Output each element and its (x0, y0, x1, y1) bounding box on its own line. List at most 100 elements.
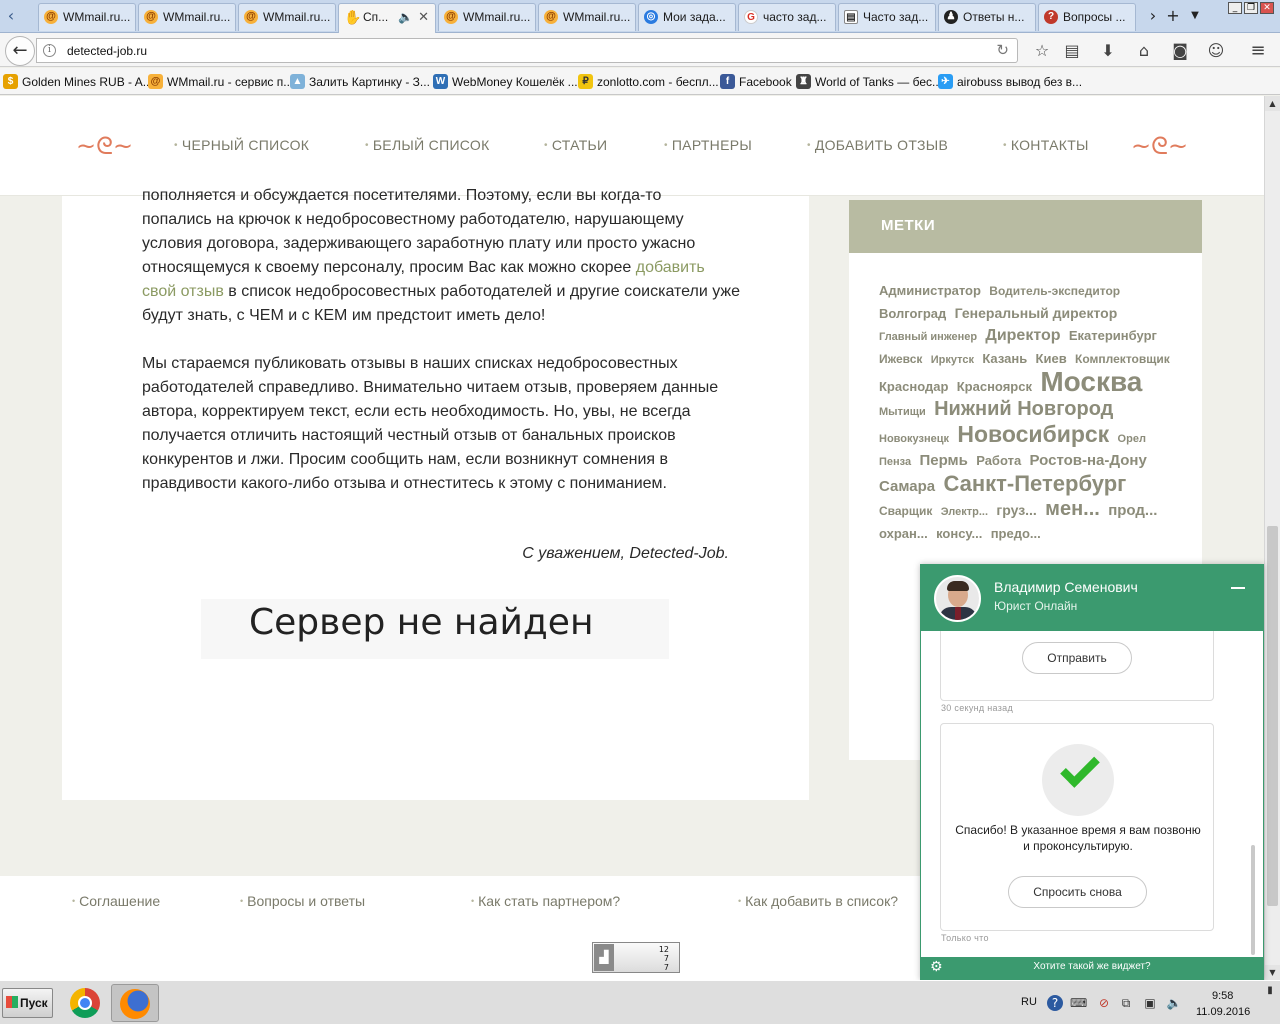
help-icon[interactable]: ? (1047, 995, 1063, 1011)
tag-link[interactable]: Санкт-Петербург (943, 471, 1126, 496)
tag-link[interactable]: Мытищи (879, 406, 926, 418)
browser-tab[interactable]: @ WMmail.ru... (538, 3, 636, 31)
widget-scrollbar[interactable] (1251, 845, 1255, 955)
language-indicator[interactable]: RU (1021, 996, 1037, 1008)
bookmark-item[interactable]: ₽ zonlotto.com - беспл... (578, 74, 719, 90)
browser-tab[interactable]: ✋ Сп... 🔈 ✕ (338, 3, 436, 33)
tag-link[interactable]: Генеральный директор (955, 305, 1118, 321)
tab-list-icon[interactable]: ▼ (1185, 6, 1205, 26)
page-scrollbar[interactable]: ▲ ▼ (1264, 96, 1280, 980)
footer-link[interactable]: Вопросы и ответы (240, 893, 365, 909)
browser-tab[interactable]: @ WMmail.ru... (238, 3, 336, 31)
pocket-icon[interactable]: ◙ (1170, 41, 1190, 61)
tag-link[interactable]: прод... (1108, 502, 1157, 519)
bookmark-item[interactable]: $ Golden Mines RUB - A... (3, 74, 153, 90)
tag-link[interactable]: груз... (996, 502, 1036, 518)
menu-icon[interactable]: ≡ (1248, 41, 1268, 61)
new-tab-icon[interactable]: + (1163, 6, 1183, 26)
show-desktop-icon[interactable]: ▮ (1262, 983, 1278, 999)
tag-link[interactable]: Администратор (879, 283, 981, 298)
tag-link[interactable]: Водитель-экспедитор (989, 284, 1120, 298)
window-minimize-icon[interactable]: _ (1228, 2, 1242, 14)
home-icon[interactable]: ⌂ (1134, 41, 1154, 61)
start-button[interactable]: Пуск (2, 988, 53, 1018)
volume-icon[interactable]: 🔈 (1166, 995, 1182, 1011)
tag-link[interactable]: Иркутск (931, 354, 974, 366)
downloads-icon[interactable]: ⬇ (1098, 41, 1118, 61)
browser-tab[interactable]: ◎ Мои зада... (638, 3, 736, 31)
send-button[interactable]: Отправить (1022, 642, 1132, 674)
chat-icon[interactable]: ☺ (1206, 41, 1226, 61)
window-restore-icon[interactable]: ❐ (1244, 2, 1258, 14)
visit-counter[interactable]: ▟ 12 7 7 (592, 942, 680, 973)
keyboard-icon[interactable]: ⌨ (1070, 995, 1087, 1011)
nav-menu-item[interactable]: КОНТАКТЫ (1003, 137, 1089, 153)
bookmark-item[interactable]: W WebMoney Кошелёк ... (433, 74, 578, 90)
tag-link[interactable]: Ижевск (879, 352, 922, 366)
url-input[interactable] (67, 42, 967, 60)
clock-date[interactable]: 11.09.2016 (1196, 1006, 1250, 1018)
scroll-down-icon[interactable]: ▼ (1265, 965, 1280, 980)
tag-link[interactable]: Работа (976, 453, 1021, 468)
nav-menu-item[interactable]: ЧЕРНЫЙ СПИСОК (174, 137, 309, 153)
tag-link[interactable]: Комплектовщик (1075, 352, 1170, 366)
bookmark-item[interactable]: ♜ World of Tanks — бес... (796, 74, 942, 90)
browser-tab[interactable]: Gчасто зад... (738, 3, 836, 31)
window-close-icon[interactable]: ✕ (1260, 2, 1274, 14)
tag-link[interactable]: Главный инженер (879, 331, 977, 343)
tag-link[interactable]: Екатеринбург (1069, 328, 1157, 343)
tab-scroll-left-icon[interactable]: ‹ (2, 4, 20, 28)
bookmark-star-icon[interactable]: ☆ (1032, 41, 1052, 61)
browser-tab[interactable]: @ WMmail.ru... (438, 3, 536, 31)
reload-icon[interactable]: ↻ (996, 41, 1009, 59)
tag-link[interactable]: консу... (936, 526, 982, 541)
clock-time[interactable]: 9:58 (1212, 990, 1233, 1002)
devices-icon[interactable]: ▣ (1142, 995, 1158, 1011)
bookmark-item[interactable]: @ WMmail.ru - сервис п... (148, 74, 293, 90)
antivirus-icon[interactable]: ⊘ (1096, 995, 1112, 1011)
tag-link[interactable]: Пенза (879, 456, 911, 468)
tag-link[interactable]: Электр... (941, 506, 988, 518)
tag-link[interactable]: Волгоград (879, 306, 946, 321)
taskbar-firefox[interactable] (111, 984, 159, 1022)
browser-tab[interactable]: ♟ Ответы н... (938, 3, 1036, 31)
tag-link[interactable]: Красноярск (957, 379, 1032, 394)
bookmark-item[interactable]: ▲ Залить Картинку - З... (290, 74, 430, 90)
ask-again-button[interactable]: Спросить снова (1008, 876, 1147, 908)
minimize-icon[interactable] (1231, 587, 1245, 589)
tab-close-icon[interactable]: ✕ (418, 4, 429, 30)
taskbar-chrome[interactable] (61, 984, 109, 1022)
nav-menu-item[interactable]: СТАТЬИ (544, 137, 607, 153)
reading-list-icon[interactable]: ▤ (1062, 41, 1082, 61)
scroll-up-icon[interactable]: ▲ (1265, 96, 1280, 111)
footer-link[interactable]: Как стать партнером? (471, 893, 620, 909)
browser-tab[interactable]: @ WMmail.ru... (138, 3, 236, 31)
tag-link[interactable]: Директор (985, 327, 1060, 344)
tab-audio-icon[interactable]: 🔈 (398, 4, 413, 30)
tag-link[interactable]: Новокузнецк (879, 433, 949, 445)
tag-link[interactable]: Ростов-на-Дону (1030, 452, 1147, 469)
back-button[interactable]: ← (5, 36, 35, 66)
browser-tab[interactable]: ▤ Часто зад... (838, 3, 936, 31)
url-bar[interactable]: i ↻ (36, 38, 1018, 63)
tag-link[interactable]: Новосибирск (957, 421, 1109, 447)
bookmark-item[interactable]: f Facebook (720, 74, 792, 90)
nav-menu-item[interactable]: ПАРТНЕРЫ (664, 137, 752, 153)
nav-menu-item[interactable]: ДОБАВИТЬ ОТЗЫВ (807, 137, 948, 153)
tag-link[interactable]: Пермь (919, 452, 967, 469)
footer-link[interactable]: Как добавить в список? (738, 893, 898, 909)
browser-tab[interactable]: ? Вопросы ... (1038, 3, 1136, 31)
tag-link[interactable]: Краснодар (879, 379, 948, 394)
widget-promo-link[interactable]: Хотите такой же виджет? (921, 961, 1263, 972)
tag-link[interactable]: Москва (1040, 366, 1142, 397)
tag-link[interactable]: Сварщик (879, 504, 932, 518)
network-icon[interactable]: ⧉ (1118, 995, 1134, 1011)
tag-link[interactable]: предо... (991, 526, 1041, 541)
site-info-icon[interactable]: i (43, 44, 56, 57)
tag-link[interactable]: Нижний Новгород (934, 398, 1113, 420)
tag-link[interactable]: Казань (982, 351, 1027, 366)
footer-link[interactable]: Соглашение (72, 893, 160, 909)
tag-link[interactable]: охран... (879, 526, 928, 541)
bookmark-item[interactable]: ✈ airobuss вывод без в... (938, 74, 1082, 90)
tag-link[interactable]: Самара (879, 478, 935, 495)
